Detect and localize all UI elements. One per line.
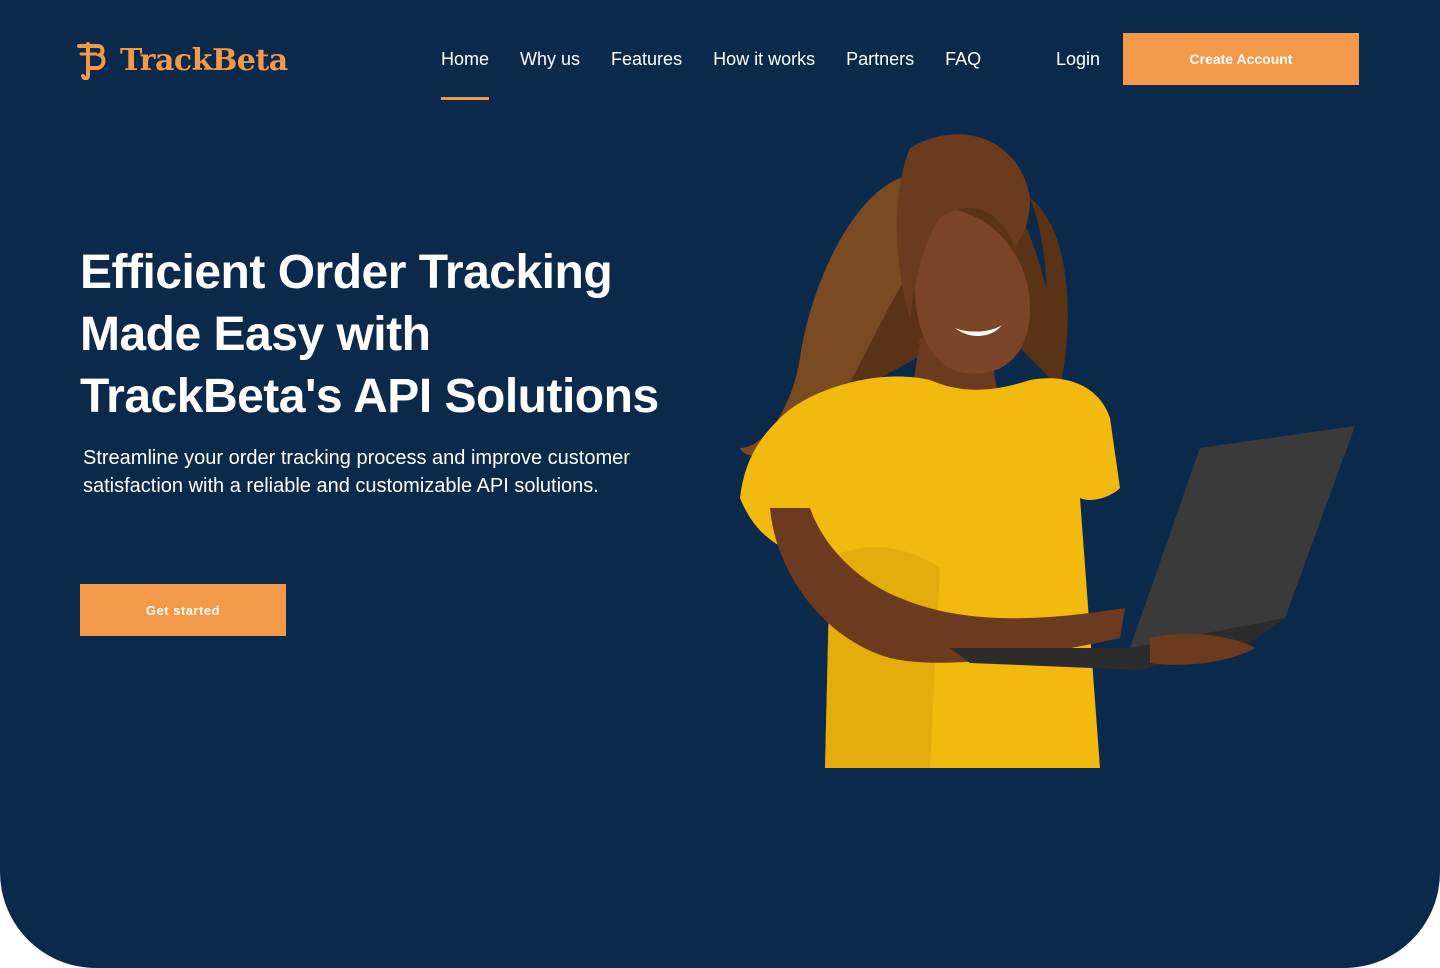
hero-section: TrackBeta Home Why us Features How it wo… bbox=[0, 0, 1440, 968]
main-nav: Home Why us Features How it works Partne… bbox=[441, 46, 1012, 100]
laptop-screen bbox=[1130, 426, 1355, 648]
nav-item-how-it-works[interactable]: How it works bbox=[713, 46, 815, 100]
hero-image bbox=[740, 134, 1355, 768]
nav-item-faq[interactable]: FAQ bbox=[945, 46, 981, 100]
nav-item-home[interactable]: Home bbox=[441, 46, 490, 100]
nav-item-partners[interactable]: Partners bbox=[846, 46, 914, 100]
brand-logo[interactable]: TrackBeta bbox=[76, 40, 288, 80]
headline-line: Made Easy with bbox=[80, 308, 431, 361]
login-link[interactable]: Login bbox=[1056, 46, 1100, 72]
create-account-button[interactable]: Create Account bbox=[1123, 33, 1359, 85]
nav-item-why-us[interactable]: Why us bbox=[520, 46, 580, 100]
nav-item-features[interactable]: Features bbox=[611, 46, 682, 100]
brand-name: TrackBeta bbox=[120, 42, 288, 78]
hero-headline: Efficient Order Tracking Made Easy with … bbox=[80, 242, 700, 428]
get-started-button[interactable]: Get started bbox=[80, 584, 286, 636]
hero-subtext: Streamline your order tracking process a… bbox=[83, 447, 630, 497]
headline-line: TrackBeta's API Solutions bbox=[80, 370, 659, 423]
headline-line: Efficient Order Tracking bbox=[80, 246, 613, 299]
trackbeta-logo-icon bbox=[77, 42, 106, 80]
